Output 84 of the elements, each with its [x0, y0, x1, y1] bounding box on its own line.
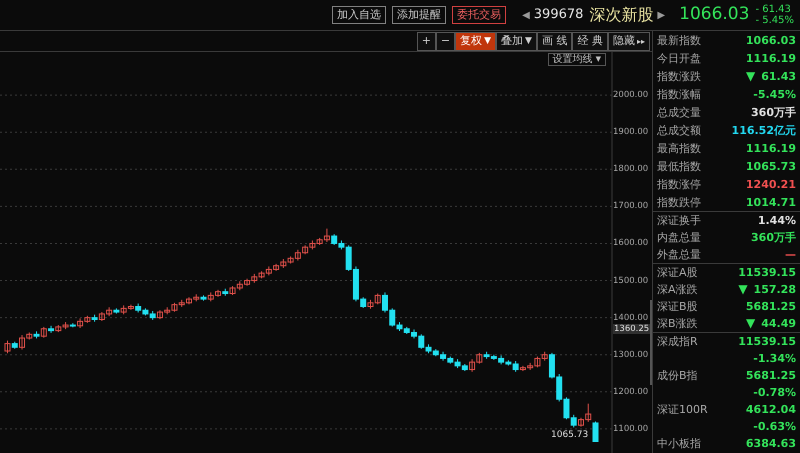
quote-label: 中小板指 [657, 437, 701, 450]
price-axis-label: 1700.00 [613, 201, 648, 212]
quote-value: 44.49 [761, 317, 796, 330]
quote-label: 总成交额 [657, 124, 701, 136]
price-axis-label: 1400.00 [613, 312, 648, 323]
quote-label: 指数涨停 [657, 178, 701, 190]
price-axis-label: 1200.00 [613, 386, 648, 397]
quote-value: 11539.15 [738, 266, 796, 279]
quote-label: 深证换手 [657, 214, 701, 227]
candlestick [592, 420, 598, 442]
quote-label: 指数涨跌 [657, 70, 701, 82]
quote-value: 360万手 [751, 231, 796, 244]
toolbar-button[interactable]: − [436, 32, 456, 51]
price-axis-label: 1600.00 [613, 238, 648, 248]
stock-code: 399678 [534, 6, 584, 24]
quote-value: 1.44% [758, 214, 796, 227]
quote-label: 指数跌停 [657, 196, 701, 208]
down-triangle-icon: ▼ [746, 70, 756, 82]
quote-value: 6384.63 [746, 437, 796, 450]
last-price: 1066.03 [679, 3, 750, 26]
quote-value: 4612.04 [746, 403, 796, 416]
crosshair-price-tag: 1360.25 [613, 324, 650, 334]
quote-value: 1066.03 [746, 34, 796, 46]
quote-value: 61.43 [761, 70, 796, 82]
header-button[interactable]: 委托交易 [452, 6, 506, 24]
quote-label: 今日开盘 [657, 52, 701, 64]
quote-label: 深证A股 [657, 266, 698, 279]
quote-value: — [785, 248, 796, 261]
price-axis-label: 1800.00 [613, 164, 648, 174]
price-change: - 61.43 [755, 4, 792, 15]
price-axis-label: 1100.00 [613, 424, 648, 434]
quote-label: 深成指R [657, 335, 698, 348]
down-triangle-icon: ▼ [738, 283, 748, 296]
quote-value: 1014.71 [746, 196, 796, 208]
toolbar-button[interactable]: 经 典 [572, 32, 608, 51]
quote-value: 360万手 [751, 106, 796, 118]
quote-label: 总成交量 [657, 106, 701, 118]
quote-label: 深B涨跌 [657, 317, 698, 330]
quote-value: 1116.19 [746, 52, 796, 64]
price-axis-label: 1300.00 [613, 350, 648, 360]
chevrons-icon: ▸▸ [636, 36, 645, 48]
quote-label: 外盘总量 [657, 248, 701, 261]
quote-value: 5681.25 [746, 300, 796, 313]
header-button[interactable]: 添加提醒 [392, 6, 446, 24]
toolbar-button[interactable]: + [416, 32, 436, 51]
quote-value: 157.28 [754, 283, 796, 296]
price-change-percent: - 5.45% [755, 15, 794, 26]
price-axis-label: 1500.00 [613, 276, 648, 286]
candlestick [40, 326, 47, 338]
quote-label: 深A涨跌 [657, 283, 698, 296]
quote-value: -5.45% [753, 88, 796, 100]
toolbar-button[interactable]: 叠加 ▼ [496, 32, 537, 51]
scroll-bar[interactable] [650, 300, 652, 385]
quote-value: 1065.73 [746, 160, 796, 172]
quote-value: 1240.21 [746, 178, 796, 190]
header-button[interactable]: 加入自选 [332, 6, 386, 24]
caret-icon: ▼ [484, 34, 492, 48]
quote-label: 最高指数 [657, 142, 701, 154]
quote-label: 深证100R [657, 403, 708, 416]
quote-label: 最新指数 [657, 34, 701, 46]
quote-value: 1116.19 [746, 142, 796, 154]
toolbar-button[interactable]: 复权 ▼ [455, 32, 496, 51]
next-icon[interactable]: ▶ [657, 8, 666, 22]
previous-icon[interactable]: ◀ [522, 8, 530, 22]
down-triangle-icon: ▼ [746, 317, 756, 330]
toolbar-button[interactable]: 隐藏 ▸▸ [608, 32, 650, 51]
caret-icon: ▼ [525, 34, 532, 48]
quote-value: 5681.25 [746, 369, 796, 382]
quote-label: 深证B股 [657, 300, 698, 313]
quote-label: 指数涨幅 [657, 88, 701, 100]
stock-name: 深次新股 [589, 4, 654, 26]
quote-label: 成份B指 [657, 369, 698, 382]
price-axis-label: 1900.00 [613, 127, 648, 138]
quote-value: 116.52亿元 [732, 124, 796, 136]
toolbar-button[interactable]: 画 线 [536, 32, 572, 51]
quote-label: 内盘总量 [657, 231, 701, 244]
quote-value: -0.78% [753, 386, 796, 399]
quote-label: 最低指数 [657, 160, 701, 172]
low-price-label: 1065.73 [551, 430, 588, 440]
candlestick [4, 340, 10, 354]
quote-value: -1.34% [753, 352, 796, 365]
quote-value: -0.63% [753, 420, 796, 433]
quote-value: 11539.15 [738, 335, 796, 348]
price-axis-label: 2000.00 [613, 90, 648, 100]
